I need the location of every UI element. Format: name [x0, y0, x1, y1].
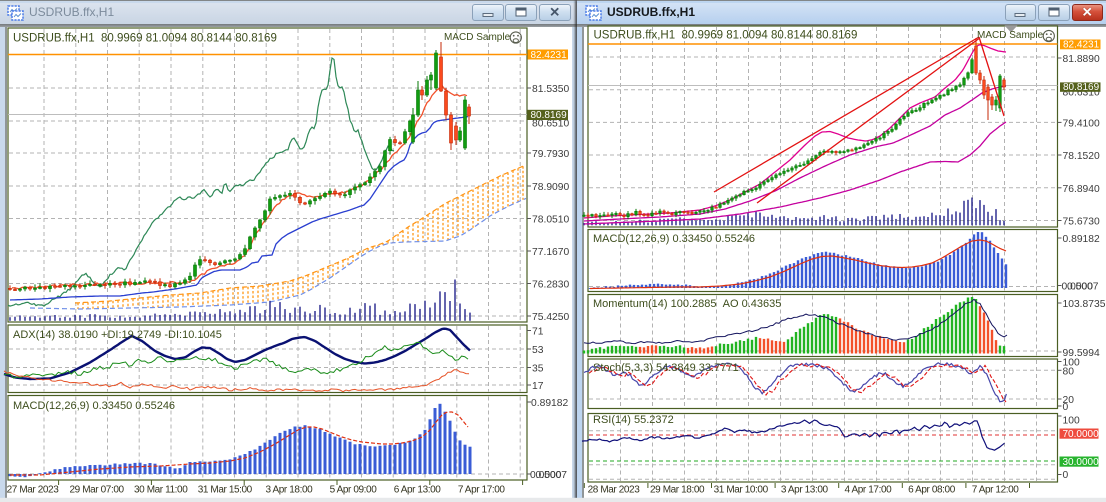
svg-text:82.4231: 82.4231: [531, 50, 568, 61]
svg-text:3 Apr 13:00: 3 Apr 13:00: [781, 485, 829, 496]
svg-text:103.8735: 103.8735: [1063, 299, 1106, 310]
svg-text:76.2830: 76.2830: [532, 280, 569, 291]
svg-text:17: 17: [532, 381, 544, 392]
svg-text:0.89182: 0.89182: [531, 398, 568, 409]
svg-text:0.5007: 0.5007: [1067, 282, 1099, 293]
svg-text:79.7930: 79.7930: [532, 149, 569, 160]
svg-text:0: 0: [1063, 402, 1069, 413]
svg-text:70.0000: 70.0000: [1063, 429, 1100, 440]
svg-text:75.6730: 75.6730: [1063, 217, 1100, 228]
svg-text:MACD Sample: MACD Sample: [444, 32, 511, 43]
svg-text:80: 80: [1063, 366, 1075, 377]
svg-text:Momentum(14) 100.2885 AO 0.43: Momentum(14) 100.2885 AO 0.43635: [593, 298, 781, 310]
svg-text:77.1670: 77.1670: [532, 247, 569, 258]
svg-text:82.4231: 82.4231: [1063, 40, 1100, 51]
svg-text:MACD Sample: MACD Sample: [977, 30, 1044, 41]
svg-text:75.4250: 75.4250: [532, 312, 569, 323]
svg-text:81.8890: 81.8890: [1063, 54, 1100, 65]
svg-text:78.0510: 78.0510: [532, 215, 569, 226]
svg-text:28 Mar 2023: 28 Mar 2023: [588, 485, 641, 496]
svg-text:35: 35: [532, 364, 544, 375]
svg-text:6 Apr 13:00: 6 Apr 13:00: [394, 485, 442, 496]
svg-text:MACD(12,26,9) 0.33450 0.55246: MACD(12,26,9) 0.33450 0.55246: [593, 233, 755, 245]
svg-text:71: 71: [532, 327, 544, 338]
svg-text:Stoch(5,3,3) 54.3849 33.7771: Stoch(5,3,3) 54.3849 33.7771: [593, 362, 739, 374]
svg-text:27 Mar 2023: 27 Mar 2023: [7, 485, 60, 496]
svg-text:81.5350: 81.5350: [532, 84, 569, 95]
svg-text:29 Mar 07:00: 29 Mar 07:00: [70, 485, 125, 496]
svg-text:MACD(12,26,9) 0.33450 0.55246: MACD(12,26,9) 0.33450 0.55246: [13, 400, 175, 412]
svg-text:29 Mar 18:00: 29 Mar 18:00: [650, 485, 705, 496]
svg-text:3 Apr 18:00: 3 Apr 18:00: [266, 485, 314, 496]
svg-text:31 Mar 10:00: 31 Mar 10:00: [714, 485, 769, 496]
svg-text:ADX(14) 38.0190 +DI:19.2749 -D: ADX(14) 38.0190 +DI:19.2749 -DI:10.1045: [13, 329, 222, 341]
svg-text:76.8940: 76.8940: [1063, 184, 1100, 195]
svg-text:4 Apr 17:00: 4 Apr 17:00: [845, 485, 893, 496]
svg-text:RSI(14) 55.2372: RSI(14) 55.2372: [593, 414, 674, 426]
svg-text:79.4100: 79.4100: [1063, 118, 1100, 129]
svg-text:USDRUB.ffx,H1 80.9969 81.0094: USDRUB.ffx,H1 80.9969 81.0094 80.8144 80…: [594, 30, 858, 42]
svg-text:0: 0: [1063, 470, 1069, 481]
svg-text:53: 53: [532, 345, 544, 356]
svg-text:30 Mar 11:00: 30 Mar 11:00: [134, 485, 188, 496]
svg-text:30.0000: 30.0000: [1063, 457, 1100, 468]
svg-text:USDRUB.ffx,H1 80.9969 81.0094: USDRUB.ffx,H1 80.9969 81.0094 80.8144 80…: [13, 33, 277, 45]
svg-text:7 Apr 12:00: 7 Apr 12:00: [972, 485, 1020, 496]
svg-text:80.8169: 80.8169: [531, 110, 568, 121]
svg-text:7 Apr 17:00: 7 Apr 17:00: [458, 485, 506, 496]
svg-text:0.89182: 0.89182: [1063, 234, 1100, 245]
svg-text:80.8169: 80.8169: [1063, 82, 1100, 93]
svg-text:100: 100: [1063, 416, 1080, 427]
svg-text:78.1520: 78.1520: [1063, 151, 1100, 162]
svg-text:0.5007: 0.5007: [536, 470, 568, 481]
svg-text:5 Apr 09:00: 5 Apr 09:00: [330, 485, 378, 496]
svg-text:31 Mar 15:00: 31 Mar 15:00: [198, 485, 253, 496]
svg-text:6 Apr 08:00: 6 Apr 08:00: [908, 485, 956, 496]
svg-text:78.9090: 78.9090: [532, 182, 569, 193]
